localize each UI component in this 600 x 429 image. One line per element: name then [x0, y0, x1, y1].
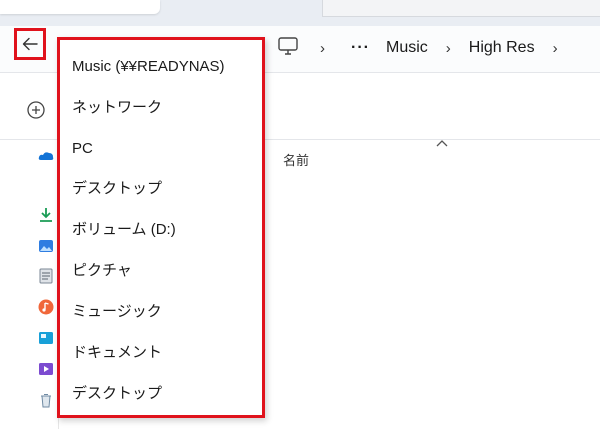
- breadcrumb-overflow[interactable]: ···: [351, 39, 370, 57]
- pictures-icon[interactable]: [38, 238, 54, 254]
- recent-location-item[interactable]: ネットワーク: [72, 94, 162, 122]
- recent-location-item[interactable]: Music (¥¥READYNAS): [72, 53, 225, 81]
- tab-active[interactable]: [0, 0, 160, 14]
- recent-location-item[interactable]: ピクチャ: [72, 257, 132, 285]
- downloads-icon[interactable]: [38, 207, 54, 223]
- plus-circle-icon[interactable]: [26, 100, 46, 120]
- chevron-right-icon[interactable]: ›: [320, 40, 325, 57]
- arrow-left-icon: [22, 37, 38, 51]
- music-icon[interactable]: [38, 299, 54, 315]
- sort-ascending-icon[interactable]: [436, 138, 448, 148]
- chevron-right-icon[interactable]: ›: [553, 40, 558, 57]
- documents-icon[interactable]: [38, 268, 54, 284]
- recent-location-item[interactable]: ボリューム (D:): [72, 216, 176, 244]
- chevron-right-icon[interactable]: ›: [446, 40, 451, 57]
- gallery-icon[interactable]: [38, 330, 54, 346]
- breadcrumb: › ··· Music › High Res ›: [320, 37, 576, 59]
- recent-locations-menu: Music (¥¥READYNAS) ネットワーク PC デスクトップ ボリュー…: [57, 37, 265, 418]
- breadcrumb-item-high-res[interactable]: High Res: [469, 39, 535, 57]
- pc-monitor-icon[interactable]: [277, 36, 299, 56]
- recent-location-item[interactable]: デスクトップ: [72, 175, 162, 203]
- videos-icon[interactable]: [38, 361, 54, 377]
- onedrive-icon[interactable]: [38, 148, 54, 164]
- navigation-pane: [0, 140, 59, 429]
- recent-location-item[interactable]: ミュージック: [72, 298, 162, 326]
- tab-inactive[interactable]: [322, 0, 600, 17]
- recent-location-item[interactable]: PC: [72, 135, 93, 163]
- tab-strip: [0, 0, 600, 26]
- recent-location-item[interactable]: ドキュメント: [72, 339, 162, 367]
- back-button[interactable]: [14, 28, 46, 60]
- breadcrumb-item-music[interactable]: Music: [386, 39, 428, 57]
- recent-location-item[interactable]: デスクトップ: [72, 380, 162, 408]
- recycle-icon[interactable]: [38, 392, 54, 408]
- column-header-name[interactable]: 名前: [283, 150, 309, 169]
